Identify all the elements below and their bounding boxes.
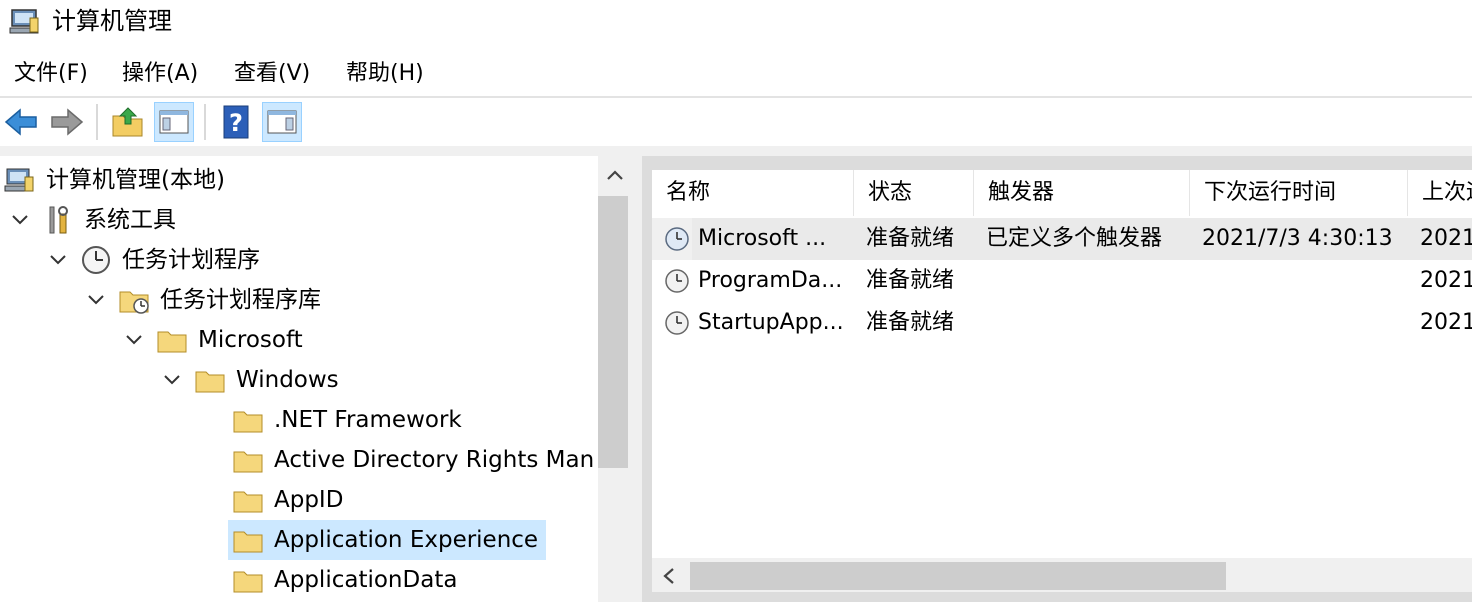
show-hide-console-tree-icon — [159, 110, 189, 134]
tools-icon — [49, 206, 68, 234]
tree-item-application-experience[interactable]: Application Experience — [0, 520, 598, 560]
task-clock-icon — [665, 269, 689, 293]
folder-icon — [233, 491, 263, 513]
tree-item-label: 系统工具 — [84, 207, 176, 233]
folder-icon — [195, 371, 225, 393]
tree-item-system-tools[interactable]: 系统工具 — [0, 200, 598, 240]
show-hide-console-tree-button[interactable] — [154, 102, 194, 142]
list-pane-bottom-border — [642, 592, 1472, 602]
forward-arrow-icon — [51, 108, 84, 136]
column-header-status[interactable]: 状态 — [854, 170, 974, 216]
tree-item-label: .NET Framework — [274, 407, 462, 433]
tree-item-task-library[interactable]: 任务计划程序库 — [0, 280, 598, 320]
tree-item-label: Application Experience — [274, 527, 539, 553]
show-hide-action-pane-icon — [267, 110, 297, 134]
toolbar: ? — [0, 98, 1472, 146]
folder-icon — [233, 411, 263, 433]
folder-icon — [233, 531, 263, 553]
up-one-level-button[interactable] — [108, 102, 148, 142]
tree-item-appid[interactable]: AppID — [0, 480, 598, 520]
window-title: 计算机管理 — [52, 7, 172, 35]
toolbar-border — [0, 146, 1472, 156]
toolbar-separator — [96, 104, 98, 140]
column-header-next-run[interactable]: 下次运行时间 — [1190, 170, 1408, 216]
chevron-down-icon[interactable] — [46, 248, 70, 272]
tree-item-label: ApplicationData — [274, 567, 458, 593]
task-clock-icon — [665, 311, 689, 335]
tree-item-dotnet-framework[interactable]: .NET Framework — [0, 400, 598, 440]
tree-item-label: 任务计划程序库 — [160, 287, 321, 313]
tree-item-label: Microsoft — [198, 327, 303, 353]
folder-icon — [233, 451, 263, 473]
back-arrow-icon — [4, 108, 37, 136]
tree-item-active-directory-rights[interactable]: Active Directory Rights Man — [0, 440, 598, 480]
svg-text:?: ? — [229, 109, 243, 137]
menu-action[interactable]: 操作(A) — [120, 52, 200, 96]
show-hide-action-pane-button[interactable] — [262, 102, 302, 142]
cell-last-run: 2021 — [1420, 310, 1472, 335]
tree-item-computer-management[interactable]: 计算机管理(本地) — [0, 160, 598, 200]
cell-name: ProgramDa... — [698, 268, 843, 293]
tree-item-label: AppID — [274, 487, 344, 513]
menu-bar: 文件(F) 操作(A) 查看(V) 帮助(H) — [0, 52, 1472, 96]
chevron-down-icon[interactable] — [8, 208, 32, 232]
forward-button[interactable] — [46, 102, 86, 142]
task-library-folder-icon — [119, 291, 149, 314]
menu-file[interactable]: 文件(F) — [12, 52, 90, 96]
clock-icon — [82, 246, 110, 274]
computer-management-icon — [9, 9, 39, 34]
tree-scrollbar-thumb[interactable] — [598, 196, 628, 468]
folder-icon — [157, 331, 187, 353]
cell-last-run: 2021 — [1420, 226, 1472, 251]
up-folder-icon — [112, 107, 143, 137]
cell-name: StartupApp... — [698, 310, 844, 335]
cell-name: Microsoft ... — [698, 226, 827, 251]
cell-status: 准备就绪 — [866, 226, 955, 251]
tree-item-label: Active Directory Rights Man — [274, 447, 595, 473]
computer-management-icon — [4, 168, 34, 192]
chevron-down-icon[interactable] — [160, 368, 184, 392]
menu-view[interactable]: 查看(V) — [232, 52, 312, 96]
folder-icon — [233, 571, 263, 593]
list-scrollbar-thumb[interactable] — [690, 562, 1226, 590]
chevron-down-icon[interactable] — [84, 288, 108, 312]
chevron-down-icon[interactable] — [122, 328, 146, 352]
cell-status: 准备就绪 — [866, 310, 955, 335]
back-button[interactable] — [2, 102, 42, 142]
tree-item-microsoft[interactable]: Microsoft — [0, 320, 598, 360]
pane-splitter[interactable] — [632, 156, 642, 602]
tree-item-label: 任务计划程序 — [122, 247, 260, 273]
tree-item-label: 计算机管理(本地) — [46, 167, 225, 193]
help-icon: ? — [223, 105, 249, 139]
toolbar-separator — [204, 104, 206, 140]
tree-item-label: Windows — [236, 367, 339, 393]
cell-next-run: 2021/7/3 4:30:13 — [1202, 226, 1393, 251]
tree-item-task-scheduler[interactable]: 任务计划程序 — [0, 240, 598, 280]
cell-status: 准备就绪 — [866, 268, 955, 293]
title-bar: 计算机管理 — [0, 0, 1472, 44]
chevron-up-icon[interactable] — [604, 166, 626, 184]
task-list: 名称 状态 触发器 下次运行时间 上次运 Microsoft ... 准备就绪 … — [652, 170, 1472, 602]
menu-help[interactable]: 帮助(H) — [344, 52, 426, 96]
help-button[interactable]: ? — [216, 102, 256, 142]
table-row[interactable]: Microsoft ... 准备就绪 已定义多个触发器 2021/7/3 4:3… — [652, 218, 1472, 260]
tree-item-application-data[interactable]: ApplicationData — [0, 560, 598, 600]
column-header-name[interactable]: 名称 — [652, 170, 854, 216]
task-clock-icon — [665, 227, 689, 251]
cell-trigger: 已定义多个触发器 — [986, 226, 1163, 251]
table-row[interactable]: ProgramDa... 准备就绪 2021 — [652, 260, 1472, 302]
table-row[interactable]: StartupApp... 准备就绪 2021 — [652, 302, 1472, 344]
console-tree: 计算机管理(本地) 系统工具 任务计划程序 任务计划程序库 Microsoft … — [0, 156, 632, 602]
chevron-left-icon[interactable] — [660, 566, 678, 586]
cell-last-run: 2021 — [1420, 268, 1472, 293]
column-header-trigger[interactable]: 触发器 — [974, 170, 1190, 216]
column-header-last-run[interactable]: 上次运 — [1408, 170, 1472, 216]
tree-item-windows[interactable]: Windows — [0, 360, 598, 400]
